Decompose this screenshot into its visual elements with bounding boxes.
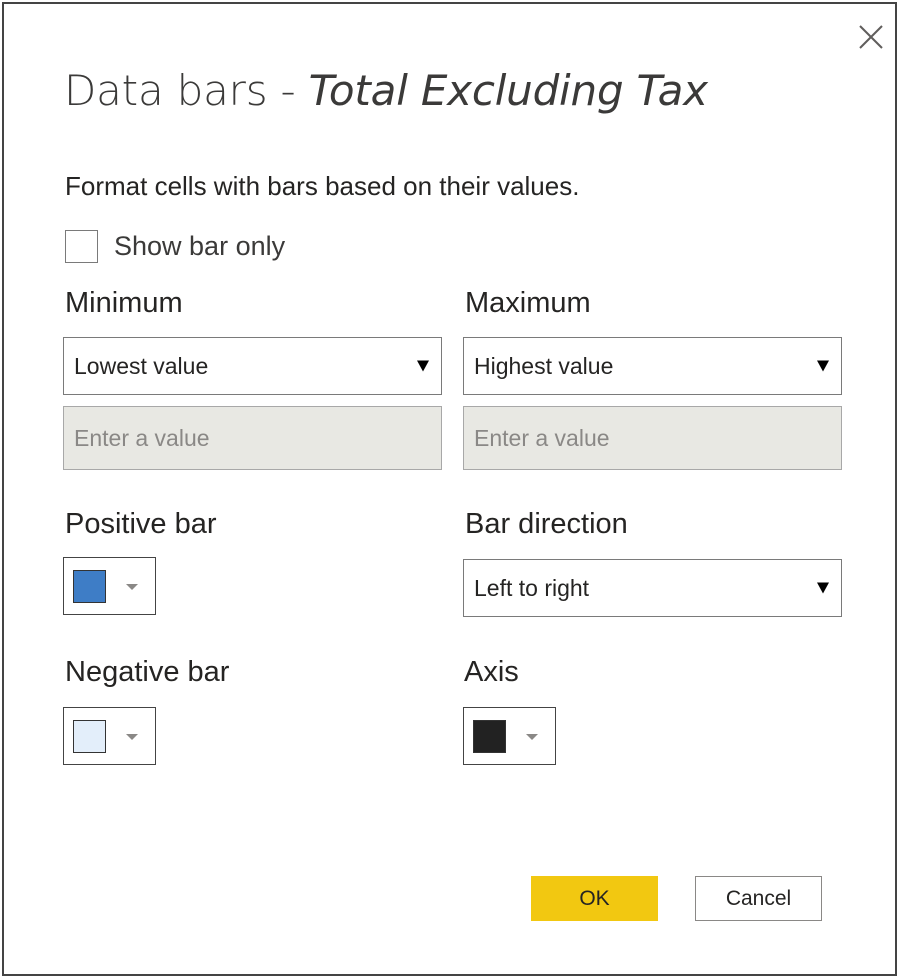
dialog-title-prefix: Data bars -	[64, 66, 309, 115]
chevron-down-icon	[126, 734, 138, 740]
bar-direction-label: Bar direction	[465, 508, 628, 540]
maximum-type-value: Highest value	[474, 352, 614, 379]
axis-label: Axis	[464, 656, 519, 688]
dialog-title-field: Total Excluding Tax	[308, 66, 708, 115]
checkbox-box[interactable]	[65, 229, 98, 263]
dialog-description: Format cells with bars based on their va…	[65, 171, 580, 201]
maximum-value-input[interactable]	[463, 406, 842, 470]
show-bar-only-label: Show bar only	[114, 230, 286, 261]
minimum-value-input[interactable]	[63, 406, 442, 470]
positive-bar-color-swatch	[73, 570, 106, 603]
close-button[interactable]	[856, 22, 886, 52]
maximum-label: Maximum	[465, 287, 591, 319]
bar-direction-value: Left to right	[474, 574, 590, 601]
bar-direction-select[interactable]: Left to right	[463, 559, 842, 617]
maximum-type-select[interactable]: Highest value	[463, 337, 842, 395]
close-icon	[859, 25, 883, 49]
minimum-type-select[interactable]: Lowest value	[63, 337, 442, 395]
dialog-title: Data bars - Total Excluding Tax	[64, 66, 708, 115]
negative-bar-color-swatch	[73, 720, 106, 753]
axis-color-picker[interactable]	[463, 707, 556, 765]
dropdown-arrow-icon	[817, 360, 829, 372]
minimum-type-value: Lowest value	[74, 352, 209, 379]
chevron-down-icon	[126, 584, 138, 590]
negative-bar-color-picker[interactable]	[63, 707, 156, 765]
dropdown-arrow-icon	[417, 360, 429, 372]
axis-color-swatch	[473, 720, 506, 753]
cancel-button[interactable]: Cancel	[695, 876, 822, 921]
show-bar-only-checkbox[interactable]: Show bar only	[65, 226, 285, 266]
ok-button[interactable]: OK	[531, 876, 658, 921]
chevron-down-icon	[526, 734, 538, 740]
minimum-label: Minimum	[65, 287, 183, 319]
data-bars-dialog: Data bars - Total Excluding Tax Format c…	[2, 2, 897, 976]
dropdown-arrow-icon	[817, 582, 829, 594]
positive-bar-color-picker[interactable]	[63, 557, 156, 615]
negative-bar-label: Negative bar	[65, 656, 230, 688]
positive-bar-label: Positive bar	[65, 508, 217, 540]
